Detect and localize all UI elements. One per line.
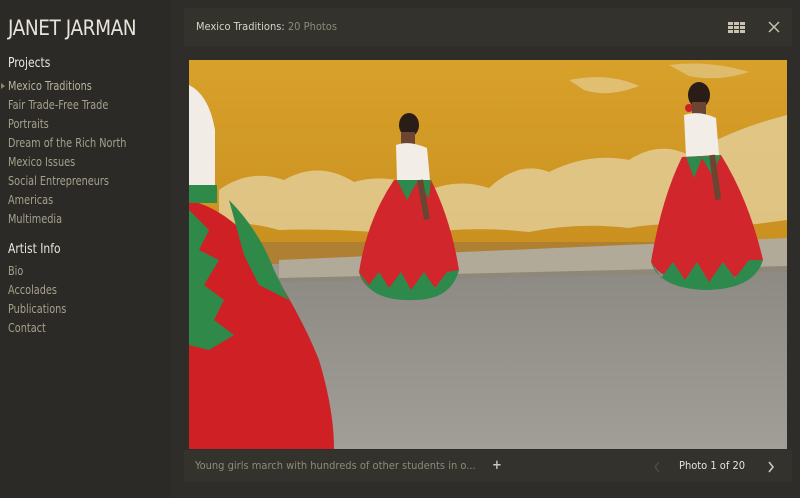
nav-item-americas[interactable]: Americas — [0, 191, 140, 210]
expand-caption-button[interactable]: + — [492, 458, 502, 473]
projects-heading: Projects — [8, 56, 51, 71]
chevron-right-icon[interactable] — [766, 459, 776, 473]
photo-image — [189, 60, 787, 449]
gallery-title: Mexico Traditions: 20 Photos — [196, 20, 337, 33]
nav-item-multimedia[interactable]: Multimedia — [0, 210, 140, 229]
artist-nav: Bio Accolades Publications Contact — [0, 262, 73, 338]
chevron-left-icon[interactable] — [652, 459, 662, 473]
nav-item-mexico-traditions[interactable]: Mexico Traditions — [0, 77, 140, 96]
gallery-title-text: Mexico Traditions: — [196, 20, 285, 33]
grid-view-icon[interactable] — [728, 22, 746, 34]
photo-counter: Photo 1 of 20 — [679, 459, 746, 472]
site-title[interactable]: JANET JARMAN — [8, 16, 137, 40]
nav-item-dream-rich-north[interactable]: Dream of the Rich North — [0, 134, 140, 153]
nav-item-mexico-issues[interactable]: Mexico Issues — [0, 153, 140, 172]
close-icon[interactable] — [766, 19, 782, 35]
gallery-header: Mexico Traditions: 20 Photos — [184, 8, 792, 46]
photo-count: 20 Photos — [287, 20, 337, 33]
nav-item-bio[interactable]: Bio — [0, 262, 73, 281]
sidebar: JANET JARMAN Projects Mexico Traditions … — [0, 0, 170, 498]
nav-item-accolades[interactable]: Accolades — [0, 281, 73, 300]
photo-footer: Young girls march with hundreds of other… — [184, 450, 792, 482]
nav-item-publications[interactable]: Publications — [0, 300, 73, 319]
nav-item-portraits[interactable]: Portraits — [0, 115, 140, 134]
nav-item-social-entrepreneurs[interactable]: Social Entrepreneurs — [0, 172, 140, 191]
projects-nav: Mexico Traditions Fair Trade-Free Trade … — [0, 77, 140, 229]
main-photo[interactable] — [189, 60, 787, 449]
nav-item-contact[interactable]: Contact — [0, 319, 73, 338]
photo-caption: Young girls march with hundreds of other… — [195, 459, 476, 472]
artist-info-heading: Artist Info — [8, 242, 61, 257]
nav-item-fair-trade[interactable]: Fair Trade-Free Trade — [0, 96, 140, 115]
